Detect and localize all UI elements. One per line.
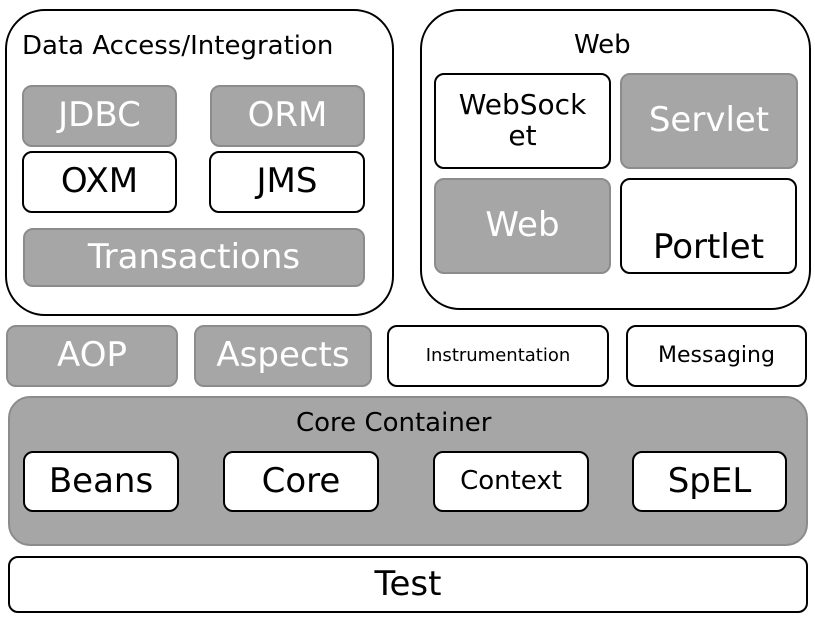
servlet-box: Servlet bbox=[620, 73, 798, 169]
aop-box: AOP bbox=[6, 325, 178, 387]
websocket-box: WebSock et bbox=[434, 73, 611, 169]
test-box: Test bbox=[8, 556, 808, 613]
instrumentation-box: Instrumentation bbox=[387, 325, 609, 387]
aspects-box: Aspects bbox=[194, 325, 372, 387]
context-box: Context bbox=[433, 451, 589, 512]
data-access-title: Data Access/Integration bbox=[22, 31, 334, 61]
web-title: Web bbox=[574, 30, 631, 60]
jms-box: JMS bbox=[209, 151, 365, 213]
web-box: Web bbox=[434, 178, 611, 274]
spel-box: SpEL bbox=[632, 451, 787, 512]
messaging-box: Messaging bbox=[626, 325, 807, 387]
core-box: Core bbox=[223, 451, 379, 512]
oxm-box: OXM bbox=[22, 151, 177, 213]
core-container-title: Core Container bbox=[296, 408, 492, 438]
orm-box: ORM bbox=[210, 85, 365, 147]
beans-box: Beans bbox=[23, 451, 179, 512]
transactions-box: Transactions bbox=[23, 228, 365, 287]
jdbc-box: JDBC bbox=[22, 85, 177, 147]
portlet-box: Portlet bbox=[620, 178, 797, 274]
